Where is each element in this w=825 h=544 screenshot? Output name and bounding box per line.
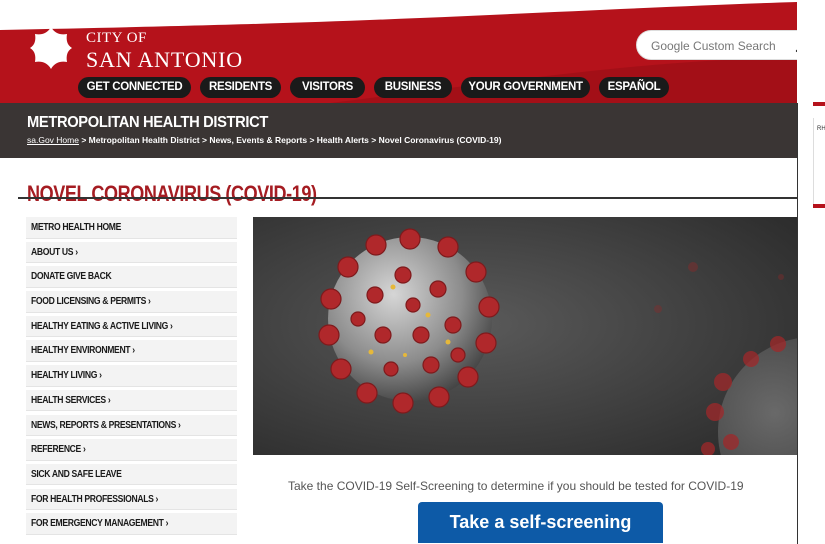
right-panel-accent bbox=[813, 102, 825, 106]
nav-your-government[interactable]: YOUR GOVERNMENT bbox=[461, 77, 590, 98]
right-panel-label: RH bbox=[817, 126, 825, 132]
sidebar-item-news-reports[interactable]: NEWS, REPORTS & PRESENTATIONS › bbox=[26, 414, 237, 436]
right-panel-box: RH bbox=[813, 118, 825, 204]
sidebar-item-label: DONATE GIVE BACK bbox=[31, 271, 112, 283]
sidebar-item-label: HEALTHY LIVING › bbox=[31, 370, 102, 382]
sidebar-item-label: FOOD LICENSING & PERMITS › bbox=[31, 296, 151, 308]
search-input[interactable] bbox=[649, 35, 783, 57]
sidebar-item-label: SICK AND SAFE LEAVE bbox=[31, 468, 122, 480]
city-of-text: CITY OF bbox=[86, 30, 147, 46]
sidebar-item-label: HEALTHY EATING & ACTIVE LIVING › bbox=[31, 320, 173, 332]
sidebar-item-emergency-management[interactable]: FOR EMERGENCY MANAGEMENT › bbox=[26, 513, 237, 535]
take-self-screening-button[interactable]: Take a self-screening bbox=[418, 502, 663, 543]
nav-business[interactable]: BUSINESS bbox=[374, 77, 452, 98]
sidebar-item-reference[interactable]: REFERENCE › bbox=[26, 439, 237, 461]
sidebar-item-health-professionals[interactable]: FOR HEALTH PROFESSIONALS › bbox=[26, 488, 237, 511]
sidebar-item-health-services[interactable]: HEALTH SERVICES › bbox=[26, 389, 237, 412]
content-divider bbox=[797, 103, 798, 544]
sidebar-item-healthy-eating[interactable]: HEALTHY EATING & ACTIVE LIVING › bbox=[26, 315, 237, 338]
right-panel-accent-bottom bbox=[813, 204, 825, 208]
sidebar-item-about-us[interactable]: ABOUT US › bbox=[26, 241, 237, 264]
nav-espanol[interactable]: ESPAÑOL bbox=[599, 77, 669, 98]
sidebar-item-healthy-living[interactable]: HEALTHY LIVING › bbox=[26, 365, 237, 387]
virus-illustration bbox=[253, 217, 797, 455]
screening-description: Take the COVID-19 Self-Screening to dete… bbox=[288, 479, 744, 493]
sidebar-item-metro-health-home[interactable]: METRO HEALTH HOME bbox=[26, 217, 237, 239]
district-title[interactable]: METROPOLITAN HEALTH DISTRICT bbox=[27, 114, 268, 132]
right-panel bbox=[797, 0, 825, 544]
breadcrumb-home-link[interactable]: sa.Gov Home bbox=[27, 135, 79, 145]
breadcrumb-trail[interactable]: > Metropolitan Health District > News, E… bbox=[79, 135, 501, 145]
site-header: CITY OF SAN ANTONIO GET CONNECTED RESIDE… bbox=[0, 0, 797, 103]
sidebar-item-healthy-environment[interactable]: HEALTHY ENVIRONMENT › bbox=[26, 340, 237, 362]
breadcrumb: sa.Gov Home > Metropolitan Health Distri… bbox=[27, 135, 501, 145]
nav-visitors[interactable]: VISITORS bbox=[290, 77, 365, 98]
title-divider bbox=[18, 197, 797, 199]
city-name[interactable]: SAN ANTONIO bbox=[86, 47, 243, 73]
sidebar-item-label: HEALTH SERVICES › bbox=[31, 394, 111, 406]
sidebar-item-label: FOR HEALTH PROFESSIONALS › bbox=[31, 493, 159, 505]
page-title: NOVEL CORONAVIRUS (COVID-19) bbox=[27, 180, 317, 206]
sidebar-item-sick-leave[interactable]: SICK AND SAFE LEAVE bbox=[26, 463, 237, 486]
city-logo-icon[interactable] bbox=[28, 25, 74, 71]
sidebar-item-label: NEWS, REPORTS & PRESENTATIONS › bbox=[31, 419, 181, 431]
nav-get-connected[interactable]: GET CONNECTED bbox=[78, 77, 191, 98]
sidebar-item-food-licensing[interactable]: FOOD LICENSING & PERMITS › bbox=[26, 291, 237, 313]
sidebar-item-label: ABOUT US › bbox=[31, 246, 78, 258]
coronavirus-hero-image bbox=[253, 217, 797, 455]
sidebar-item-label: HEALTHY ENVIRONMENT › bbox=[31, 345, 135, 357]
sidebar-item-donate[interactable]: DONATE GIVE BACK bbox=[26, 266, 237, 288]
sidebar-item-label: REFERENCE › bbox=[31, 444, 86, 456]
sidebar-item-label: FOR EMERGENCY MANAGEMENT › bbox=[31, 518, 169, 530]
search-box[interactable] bbox=[636, 30, 797, 60]
nav-residents[interactable]: RESIDENTS bbox=[200, 77, 281, 98]
sidebar-item-label: METRO HEALTH HOME bbox=[31, 222, 122, 233]
sidebar-menu: METRO HEALTH HOME ABOUT US › DONATE GIVE… bbox=[26, 217, 237, 538]
